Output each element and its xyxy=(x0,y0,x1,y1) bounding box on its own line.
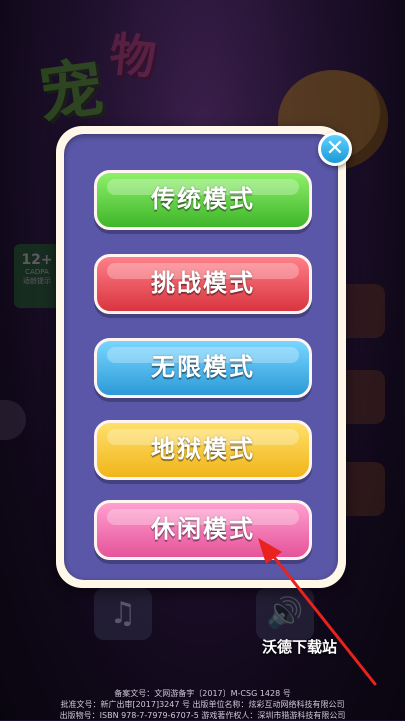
endless-mode-button[interactable]: 无限模式 xyxy=(94,338,312,398)
footer-line-2: 批准文号：新广出审[2017]3247 号 出版单位名称：炫彩互动网络科技有限公… xyxy=(60,700,345,709)
footer-line-3: 出版物号：ISBN 978-7-7979-6707-5 游戏著作权人：深圳市猎游… xyxy=(59,711,346,720)
close-icon: ✕ xyxy=(325,136,345,161)
hell-mode-button[interactable]: 地狱模式 xyxy=(94,420,312,480)
traditional-mode-button[interactable]: 传统模式 xyxy=(94,170,312,230)
casual-mode-button[interactable]: 休闲模式 xyxy=(94,500,312,560)
challenge-mode-button[interactable]: 挑战模式 xyxy=(94,254,312,314)
watermark-text: 沃德下载站 xyxy=(262,638,338,656)
close-button[interactable]: ✕ xyxy=(318,132,352,166)
footer-line-1: 备案文号：文网游备字〔2017〕M-CSG 1428 号 xyxy=(114,689,291,698)
